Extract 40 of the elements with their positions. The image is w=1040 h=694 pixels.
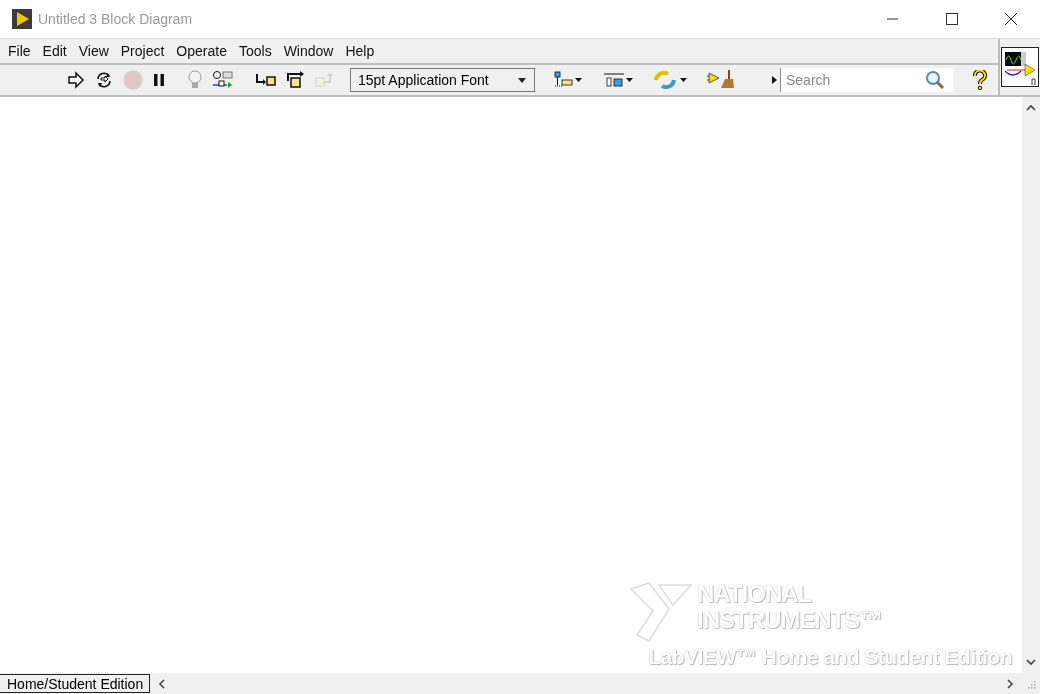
broom-icon[interactable] — [707, 70, 735, 90]
resize-grip-icon[interactable] — [1026, 678, 1036, 689]
search-icon[interactable] — [925, 70, 945, 90]
pause-icon[interactable] — [152, 73, 166, 87]
font-dropdown[interactable]: 15pt Application Font — [350, 68, 535, 92]
menu-item[interactable]: Tools — [232, 43, 278, 59]
step-over-icon[interactable] — [286, 71, 306, 89]
menu-item[interactable]: Help — [339, 43, 381, 59]
scroll-left-icon[interactable] — [158, 678, 166, 689]
dropdown-caret-icon[interactable] — [518, 77, 526, 83]
scroll-up-icon[interactable] — [1026, 104, 1036, 111]
window-title: Untitled 3 Block Diagram — [38, 11, 193, 27]
edition-label: Home/Student Edition — [0, 674, 151, 693]
scroll-down-icon[interactable] — [1026, 659, 1036, 666]
maximize-icon[interactable] — [946, 13, 958, 25]
menu-item[interactable]: Window — [277, 43, 340, 59]
menu-item[interactable]: Edit — [36, 43, 73, 59]
expand-arrow-icon[interactable] — [772, 76, 777, 84]
menu-item[interactable]: Project — [114, 43, 171, 59]
scroll-right-icon[interactable] — [1007, 678, 1014, 689]
menu-item[interactable]: File — [2, 43, 37, 59]
run-arrow-icon[interactable] — [67, 71, 85, 89]
menu-item[interactable]: View — [72, 43, 115, 59]
close-icon[interactable] — [1005, 13, 1017, 25]
run-continuously-icon[interactable] — [94, 71, 114, 89]
logo-text: INSTRUMENTS™ — [697, 607, 884, 633]
probe-wire-icon[interactable] — [212, 70, 234, 90]
help-icon[interactable] — [972, 70, 988, 90]
distribute-objects-icon[interactable] — [603, 71, 635, 89]
vi-icon[interactable] — [1001, 47, 1039, 87]
search-field[interactable]: Search — [781, 68, 953, 92]
align-objects-icon[interactable] — [554, 71, 584, 89]
logo-mark-icon — [629, 581, 695, 643]
edition-text: LabVIEW™ Home and Student Edition — [648, 645, 1012, 669]
vertical-scrollbar[interactable] — [1022, 97, 1040, 673]
reorder-icon[interactable] — [654, 70, 688, 90]
logo-text: NATIONAL — [697, 581, 814, 607]
menu-item[interactable]: Operate — [170, 43, 233, 59]
step-into-icon[interactable] — [255, 72, 277, 88]
app-icon — [12, 9, 32, 29]
